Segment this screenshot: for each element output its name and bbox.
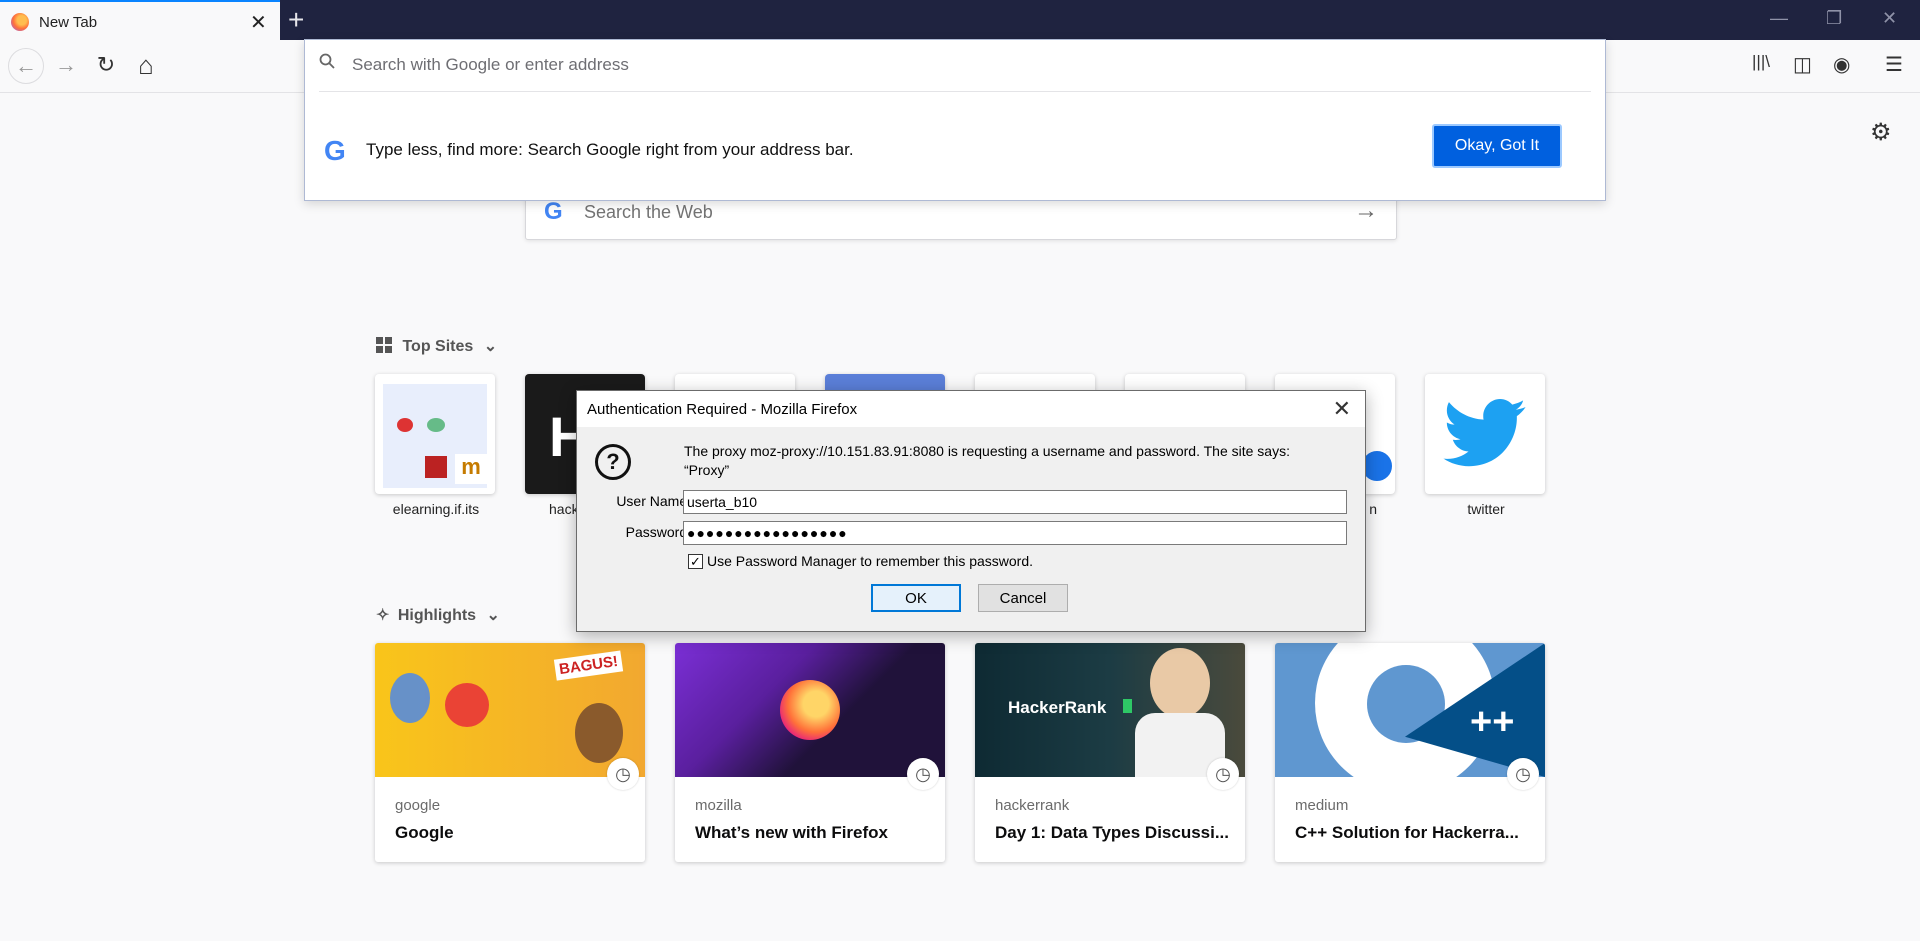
card-thumbnail: BAGUS! bbox=[375, 643, 645, 777]
top-site-label: twitter bbox=[1467, 501, 1505, 517]
card-title: C++ Solution for Hackerra... bbox=[1295, 823, 1519, 842]
remember-checkbox[interactable]: ✓ bbox=[688, 553, 703, 569]
username-field[interactable] bbox=[683, 490, 1347, 514]
remember-password-option[interactable]: ✓ Use Password Manager to remember this … bbox=[688, 553, 1033, 569]
chevron-down-icon: ⌄ bbox=[486, 607, 500, 624]
firefox-icon bbox=[11, 13, 29, 31]
google-icon: G bbox=[544, 198, 563, 225]
clock-icon: ◷ bbox=[907, 758, 939, 790]
divider bbox=[319, 91, 1591, 92]
card-image-text: HackerRank bbox=[1008, 698, 1107, 717]
account-icon[interactable]: ◉ bbox=[1833, 52, 1850, 77]
password-field[interactable] bbox=[683, 521, 1347, 545]
top-site-item[interactable]: m elearning.if.its bbox=[375, 374, 497, 517]
card-title: Google bbox=[395, 823, 454, 842]
highlights-label: Highlights bbox=[397, 607, 477, 624]
top-sites-heading[interactable]: Top Sites ⌄ bbox=[376, 336, 497, 356]
card-thumbnail bbox=[675, 643, 945, 777]
restore-icon[interactable]: ❐ bbox=[1826, 8, 1842, 29]
dialog-message: The proxy moz-proxy://10.151.83.91:8080 … bbox=[684, 443, 1290, 478]
highlight-card[interactable]: ++ ◷ medium C++ Solution for Hackerra... bbox=[1275, 643, 1545, 862]
back-button[interactable]: ← bbox=[8, 48, 44, 84]
minimize-icon[interactable]: — bbox=[1770, 8, 1788, 29]
cancel-button[interactable]: Cancel bbox=[978, 584, 1068, 612]
dialog-close-icon[interactable]: ✕ bbox=[1333, 396, 1351, 422]
card-title: What’s new with Firefox bbox=[695, 823, 888, 842]
card-thumbnail: ++ bbox=[1275, 643, 1545, 793]
card-image-text: ++ bbox=[1470, 701, 1515, 743]
question-icon: ? bbox=[595, 444, 631, 480]
google-icon: G bbox=[324, 135, 346, 166]
urlbar-popup: G Type less, find more: Search Google ri… bbox=[304, 39, 1606, 201]
sparkle-icon: ✧ bbox=[376, 607, 390, 624]
card-host: google bbox=[395, 797, 441, 814]
tab-bar: New Tab ✕ + — ❐ ✕ bbox=[0, 0, 1920, 40]
clock-icon: ◷ bbox=[1207, 758, 1239, 790]
new-tab-button[interactable]: + bbox=[288, 4, 304, 36]
top-site-tile[interactable]: m bbox=[375, 374, 495, 494]
firefox-logo-icon bbox=[780, 680, 840, 740]
tab-title: New Tab bbox=[39, 14, 98, 31]
top-site-item[interactable]: twitter bbox=[1425, 374, 1547, 517]
card-host: mozilla bbox=[695, 797, 742, 814]
card-title: Day 1: Data Types Discussi... bbox=[995, 823, 1230, 842]
card-host: hackerrank bbox=[995, 797, 1070, 814]
library-icon[interactable]: |||\ bbox=[1752, 52, 1770, 72]
search-icon bbox=[319, 53, 335, 69]
dialog-title: Authentication Required - Mozilla Firefo… bbox=[587, 401, 858, 418]
tab-close-icon[interactable]: ✕ bbox=[250, 10, 267, 35]
ok-button[interactable]: OK bbox=[871, 584, 961, 612]
grid-icon bbox=[376, 337, 392, 353]
highlights-heading[interactable]: ✧ Highlights ⌄ bbox=[376, 605, 500, 625]
window-close-icon[interactable]: ✕ bbox=[1882, 8, 1897, 29]
twitter-icon bbox=[1443, 399, 1526, 467]
highlight-card[interactable]: BAGUS! ◷ google Google bbox=[375, 643, 645, 862]
password-label: Password: bbox=[625, 524, 691, 540]
moodle-icon: m bbox=[455, 454, 487, 484]
auth-dialog: Authentication Required - Mozilla Firefo… bbox=[576, 390, 1366, 632]
okay-got-it-button[interactable]: Okay, Got It bbox=[1432, 124, 1562, 168]
card-host: medium bbox=[1295, 797, 1349, 814]
address-input[interactable] bbox=[350, 49, 1554, 81]
forward-button[interactable]: → bbox=[49, 48, 83, 82]
card-thumbnail: HackerRank bbox=[975, 643, 1245, 777]
gear-icon[interactable]: ⚙ bbox=[1870, 118, 1892, 147]
card-image-text: BAGUS! bbox=[553, 650, 624, 681]
web-search-placeholder: Search the Web bbox=[584, 202, 713, 222]
highlight-card[interactable]: ◷ mozilla What’s new with Firefox bbox=[675, 643, 945, 862]
home-button[interactable]: ⌂ bbox=[129, 48, 163, 82]
clock-icon: ◷ bbox=[1507, 758, 1539, 790]
reload-button[interactable]: ↻ bbox=[89, 48, 123, 82]
menu-icon[interactable]: ☰ bbox=[1885, 52, 1903, 77]
tab-new-tab[interactable]: New Tab ✕ bbox=[0, 0, 280, 40]
remember-label: Use Password Manager to remember this pa… bbox=[707, 553, 1034, 569]
chevron-down-icon: ⌄ bbox=[483, 338, 498, 355]
dialog-titlebar: Authentication Required - Mozilla Firefo… bbox=[577, 391, 1365, 427]
top-sites-label: Top Sites bbox=[402, 338, 474, 355]
sidebar-icon[interactable]: ◫ bbox=[1793, 52, 1812, 77]
highlight-card[interactable]: HackerRank ◷ hackerrank Day 1: Data Type… bbox=[975, 643, 1245, 862]
search-tip-text: Type less, find more: Search Google righ… bbox=[366, 140, 854, 159]
top-site-tile[interactable] bbox=[1425, 374, 1545, 494]
clock-icon: ◷ bbox=[607, 758, 639, 790]
top-site-label: elearning.if.its bbox=[392, 501, 480, 517]
username-label: User Name: bbox=[616, 493, 691, 509]
site-thumbnail: m bbox=[383, 384, 487, 488]
search-arrow-icon[interactable]: → bbox=[1354, 197, 1378, 225]
